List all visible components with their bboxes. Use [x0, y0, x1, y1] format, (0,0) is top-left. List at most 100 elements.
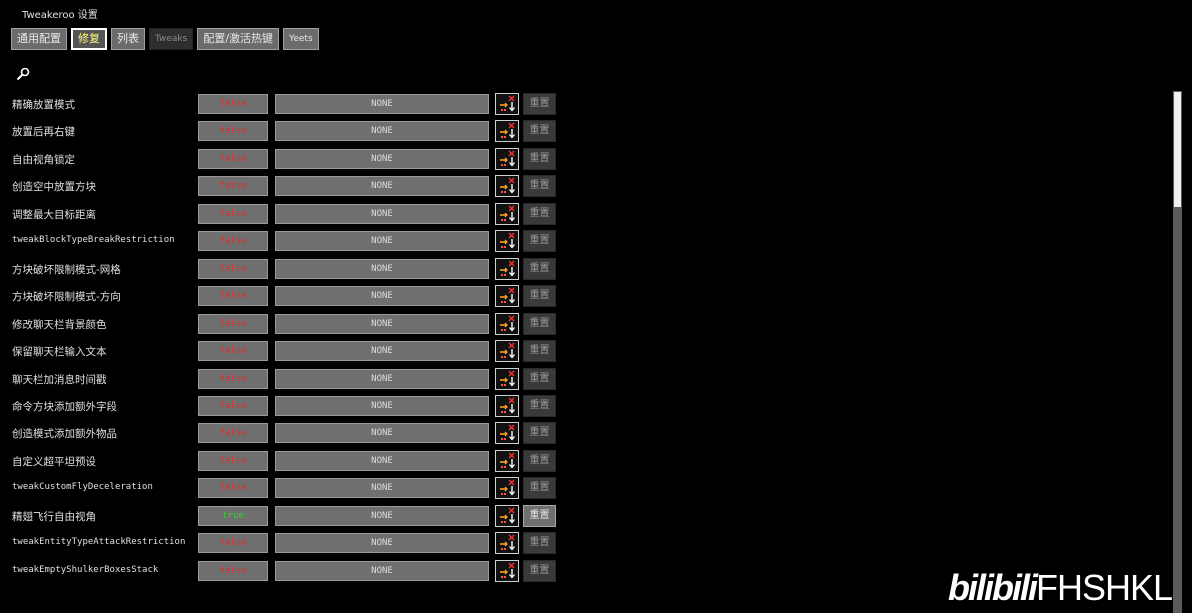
- config-label: 方块破坏限制模式-方向: [12, 291, 121, 304]
- config-label: 保留聊天栏输入文本: [12, 346, 107, 359]
- tab-generic[interactable]: 通用配置: [11, 28, 67, 50]
- toggle-button[interactable]: false: [197, 147, 269, 170]
- config-label: 创造空中放置方块: [12, 181, 96, 194]
- reset-button[interactable]: 重置: [523, 175, 556, 198]
- keybind-settings-icon[interactable]: [495, 504, 519, 527]
- toggle-button[interactable]: false: [197, 257, 269, 280]
- keybind-settings-icon[interactable]: [495, 120, 519, 143]
- reset-button[interactable]: 重置: [523, 230, 556, 253]
- hotkey-button[interactable]: NONE: [274, 93, 490, 115]
- toggle-button[interactable]: false: [197, 559, 269, 582]
- reset-button[interactable]: 重置: [523, 367, 556, 390]
- reset-button[interactable]: 重置: [523, 559, 556, 582]
- toggle-button[interactable]: false: [197, 340, 269, 363]
- scrollbar[interactable]: [1173, 91, 1182, 613]
- toggle-button[interactable]: false: [197, 367, 269, 390]
- config-label: 精确放置模式: [12, 99, 75, 111]
- reset-button[interactable]: 重置: [523, 120, 556, 143]
- keybind-settings-icon[interactable]: [495, 394, 519, 417]
- config-row: 精翅飞行自由视角 true NONE 重置: [0, 504, 560, 527]
- keybind-settings-icon[interactable]: [495, 147, 519, 170]
- config-row: 方块破坏限制模式-网格 false NONE 重置: [0, 257, 560, 280]
- reset-button[interactable]: 重置: [523, 394, 556, 417]
- toggle-button[interactable]: true: [197, 504, 269, 527]
- keybind-settings-icon[interactable]: [495, 312, 519, 335]
- toggle-button[interactable]: false: [197, 477, 269, 500]
- hotkey-button[interactable]: NONE: [274, 394, 490, 417]
- keybind-settings-icon[interactable]: [495, 449, 519, 472]
- hotkey-button[interactable]: NONE: [274, 340, 490, 363]
- toggle-button[interactable]: false: [197, 230, 269, 253]
- toggle-button[interactable]: false: [197, 532, 269, 555]
- hotkey-button[interactable]: NONE: [274, 285, 490, 308]
- toggle-button[interactable]: false: [197, 285, 269, 308]
- hotkey-button[interactable]: NONE: [274, 532, 490, 555]
- magnifier-icon[interactable]: [15, 66, 31, 82]
- watermark: bilibiliFHSHKL: [948, 566, 1173, 610]
- reset-button[interactable]: 重置: [523, 312, 556, 335]
- hotkey-button[interactable]: NONE: [274, 230, 490, 253]
- keybind-settings-icon[interactable]: [495, 230, 519, 253]
- tab-yeets[interactable]: Yeets: [283, 28, 319, 50]
- config-label: 精翅飞行自由视角: [12, 510, 96, 523]
- reset-button[interactable]: 重置: [523, 532, 556, 555]
- toggle-button[interactable]: false: [197, 175, 269, 198]
- keybind-settings-icon[interactable]: [495, 285, 519, 308]
- toggle-button[interactable]: false: [197, 422, 269, 445]
- scrollbar-thumb[interactable]: [1174, 92, 1181, 207]
- tab-lists[interactable]: 列表: [111, 28, 145, 50]
- window-title: Tweakeroo 设置: [22, 10, 98, 21]
- reset-button[interactable]: 重置: [523, 504, 556, 527]
- keybind-settings-icon[interactable]: [495, 202, 519, 225]
- hotkey-button[interactable]: NONE: [274, 449, 490, 472]
- config-row: 聊天栏加消息时间戳 false NONE 重置: [0, 367, 560, 390]
- keybind-settings-icon[interactable]: [495, 477, 519, 500]
- tab-fixes[interactable]: 修复: [71, 28, 107, 50]
- config-row: 保留聊天栏输入文本 false NONE 重置: [0, 340, 560, 363]
- config-row: tweakEntityTypeAttackRestriction false NON…: [0, 532, 560, 555]
- hotkey-button[interactable]: NONE: [274, 120, 490, 143]
- reset-button[interactable]: 重置: [523, 449, 556, 472]
- reset-button[interactable]: 重置: [523, 340, 556, 363]
- hotkey-button[interactable]: NONE: [274, 147, 490, 170]
- hotkey-button[interactable]: NONE: [274, 504, 490, 527]
- reset-button[interactable]: 重置: [523, 147, 556, 170]
- hotkey-button[interactable]: NONE: [274, 312, 490, 335]
- reset-button[interactable]: 重置: [523, 285, 556, 308]
- toggle-button[interactable]: false: [197, 449, 269, 472]
- toggle-button[interactable]: false: [197, 312, 269, 335]
- hotkey-button[interactable]: NONE: [274, 367, 490, 390]
- tab-hotkeys[interactable]: 配置/激活热键: [197, 28, 280, 50]
- toggle-button[interactable]: false: [197, 120, 269, 143]
- keybind-settings-icon[interactable]: [495, 422, 519, 445]
- reset-button[interactable]: 重置: [523, 477, 556, 500]
- hotkey-button[interactable]: NONE: [274, 559, 490, 582]
- config-row: 放置后再右键 false NONE 重置: [0, 120, 560, 143]
- hotkey-button[interactable]: NONE: [274, 422, 490, 445]
- reset-button[interactable]: 重置: [523, 93, 556, 115]
- keybind-settings-icon[interactable]: [495, 340, 519, 363]
- hotkey-button[interactable]: NONE: [274, 477, 490, 500]
- hotkey-button[interactable]: NONE: [274, 202, 490, 225]
- config-label: 命令方块添加额外字段: [12, 400, 117, 413]
- toggle-button[interactable]: false: [197, 202, 269, 225]
- config-label: 聊天栏加消息时间戳: [12, 373, 107, 386]
- keybind-settings-icon[interactable]: [495, 559, 519, 582]
- config-label: 调整最大目标距离: [12, 208, 96, 221]
- hotkey-button[interactable]: NONE: [274, 175, 490, 198]
- keybind-settings-icon[interactable]: [495, 532, 519, 555]
- hotkey-button[interactable]: NONE: [274, 257, 490, 280]
- reset-button[interactable]: 重置: [523, 257, 556, 280]
- toggle-button[interactable]: false: [197, 93, 269, 115]
- reset-button[interactable]: 重置: [523, 202, 556, 225]
- toggle-button[interactable]: false: [197, 394, 269, 417]
- tab-bar: 通用配置 修复 列表 Tweaks 配置/激活热键 Yeets: [11, 28, 319, 50]
- reset-button[interactable]: 重置: [523, 422, 556, 445]
- tab-tweaks[interactable]: Tweaks: [149, 28, 194, 50]
- keybind-settings-icon[interactable]: [495, 93, 519, 115]
- keybind-settings-icon[interactable]: [495, 175, 519, 198]
- config-label: tweakEmptyShulkerBoxesStack: [12, 564, 159, 575]
- keybind-settings-icon[interactable]: [495, 367, 519, 390]
- keybind-settings-icon[interactable]: [495, 257, 519, 280]
- config-label: tweakEntityTypeAttackRestriction: [12, 537, 186, 548]
